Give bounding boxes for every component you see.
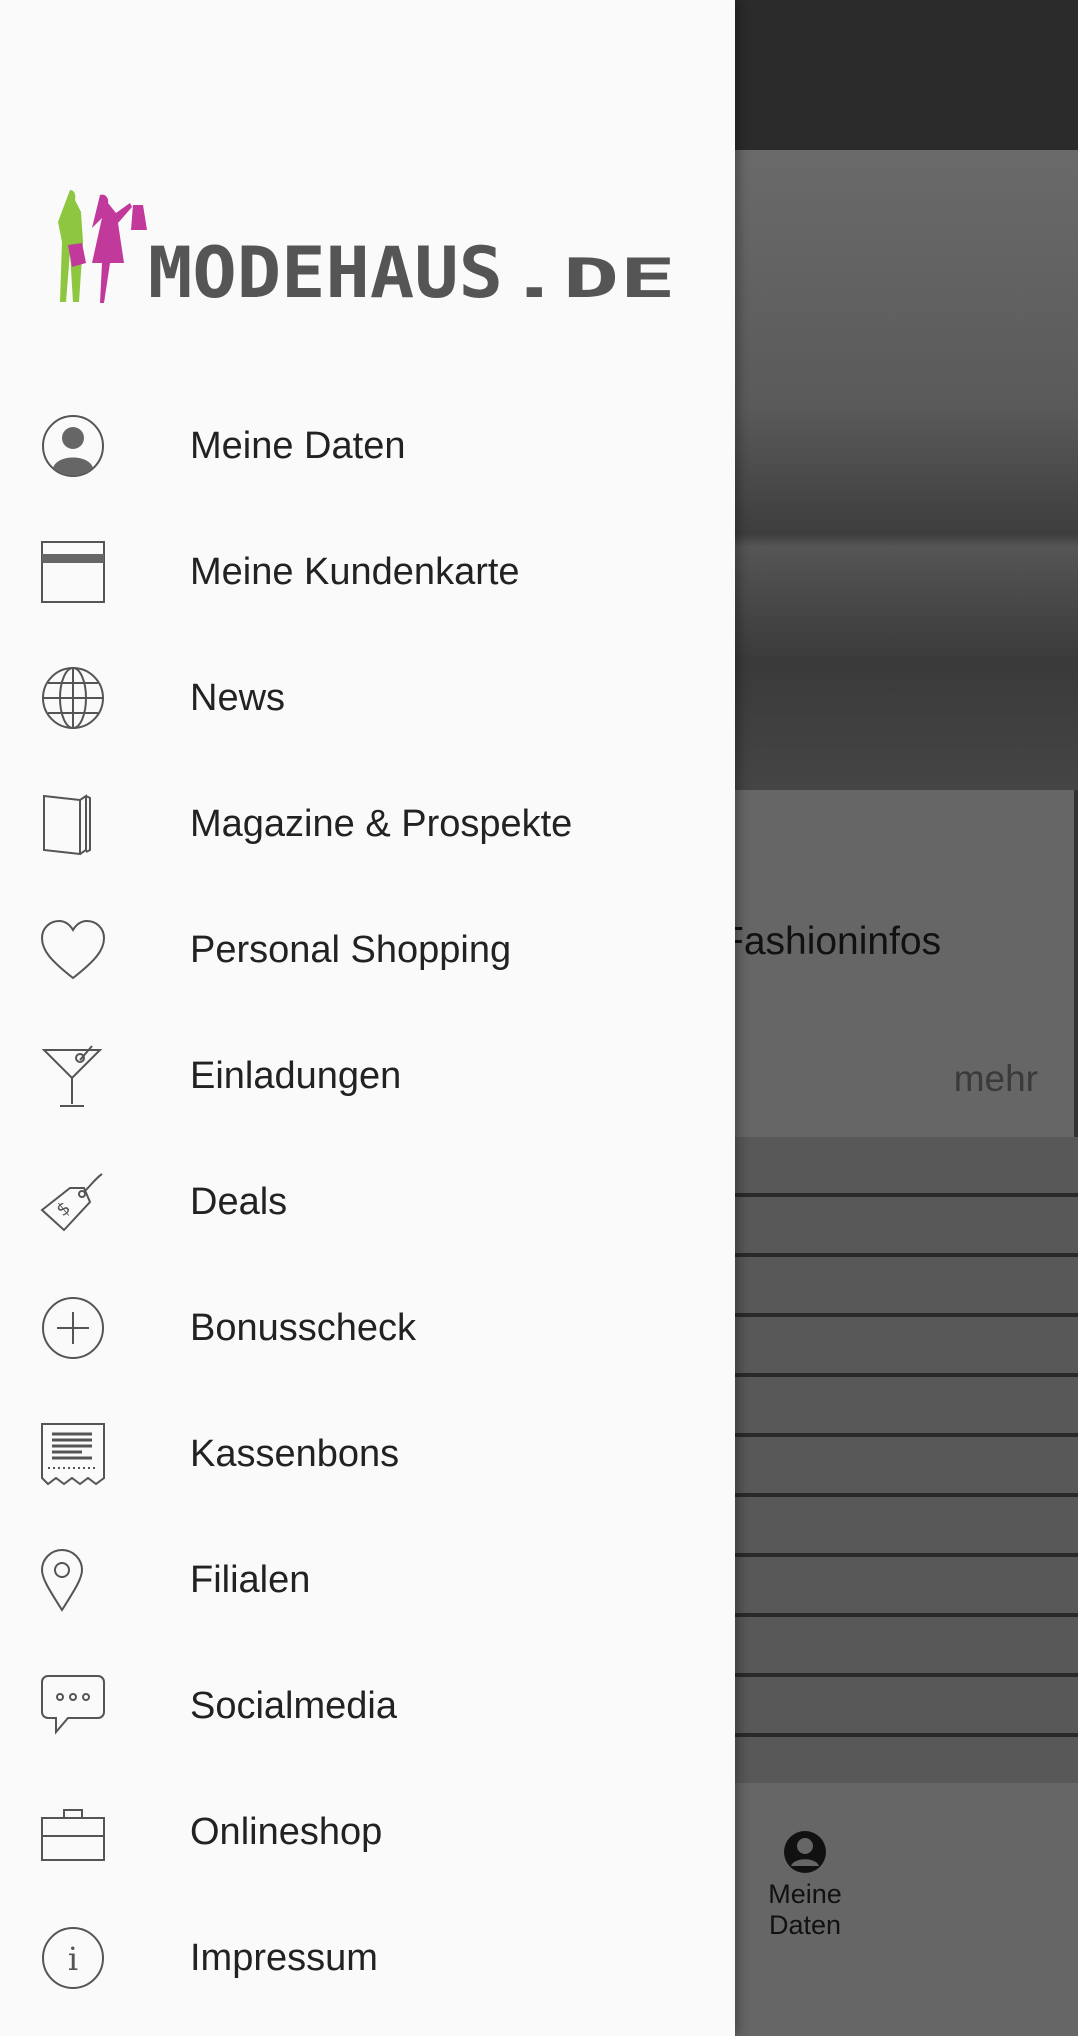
menu-item-label: Impressum	[190, 1936, 378, 1979]
user-icon	[784, 1831, 826, 1873]
menu-item-label: Socialmedia	[190, 1684, 397, 1727]
menu-item-news[interactable]: News	[0, 635, 735, 761]
drawer-menu: Meine Daten Meine Kundenkarte News Magaz…	[0, 383, 735, 2021]
user-icon	[42, 415, 104, 477]
menu-item-label: News	[190, 676, 286, 719]
receipt-icon	[41, 1423, 105, 1486]
bottom-nav-label: Meine Daten	[768, 1879, 842, 1940]
heart-icon	[40, 919, 106, 980]
menu-item-label: Magazine & Prospekte	[190, 802, 573, 845]
menu-item-label: Kassenbons	[190, 1432, 400, 1475]
more-link[interactable]: mehr	[954, 1058, 1038, 1100]
menu-item-kassenbons[interactable]: Kassenbons	[0, 1391, 735, 1517]
menu-item-impressum[interactable]: i Impressum	[0, 1895, 735, 2021]
menu-item-label: Deals	[190, 1180, 288, 1223]
svg-text:i: i	[68, 1940, 78, 1978]
modehaus-logo: MODEHAUS .DE	[58, 190, 676, 305]
menu-item-einladungen[interactable]: Einladungen	[0, 1013, 735, 1139]
cocktail-icon	[41, 1045, 103, 1107]
menu-item-label: Einladungen	[190, 1054, 402, 1097]
svg-text:.DE: .DE	[506, 247, 676, 305]
shopping-bag-icon	[41, 1809, 105, 1861]
location-pin-icon	[40, 1549, 84, 1612]
plus-circle-icon	[42, 1297, 104, 1359]
card-title: Fashioninfos	[720, 920, 942, 963]
menu-item-socialmedia[interactable]: Socialmedia	[0, 1643, 735, 1769]
menu-item-label: Personal Shopping	[190, 928, 512, 971]
card-icon	[41, 541, 105, 603]
menu-item-label: Filialen	[190, 1558, 311, 1601]
bottom-nav-meine-daten[interactable]: Meine Daten	[730, 1829, 880, 1941]
menu-item-label: Onlineshop	[190, 1810, 383, 1853]
info-icon: i	[42, 1927, 104, 1989]
navigation-drawer: MODEHAUS .DE Meine Daten Meine Kundenkar…	[0, 0, 735, 2036]
menu-item-personal-shopping[interactable]: Personal Shopping	[0, 887, 735, 1013]
menu-item-label: Bonusscheck	[190, 1306, 417, 1349]
menu-item-deals[interactable]: $ Deals	[0, 1139, 735, 1265]
chat-bubble-icon	[41, 1675, 105, 1735]
menu-item-meine-daten[interactable]: Meine Daten	[0, 383, 735, 509]
globe-icon	[42, 667, 104, 729]
menu-item-label: Meine Daten	[190, 424, 406, 467]
menu-item-magazine-prospekte[interactable]: Magazine & Prospekte	[0, 761, 735, 887]
svg-text:MODEHAUS: MODEHAUS	[148, 232, 503, 305]
price-tag-icon: $	[40, 1173, 103, 1232]
menu-item-meine-kundenkarte[interactable]: Meine Kundenkarte	[0, 509, 735, 635]
menu-item-label: Meine Kundenkarte	[190, 550, 520, 593]
menu-item-onlineshop[interactable]: Onlineshop	[0, 1769, 735, 1895]
magazine-icon	[43, 794, 91, 856]
menu-item-filialen[interactable]: Filialen	[0, 1517, 735, 1643]
menu-item-bonusscheck[interactable]: Bonusscheck	[0, 1265, 735, 1391]
svg-text:$: $	[53, 1198, 75, 1221]
